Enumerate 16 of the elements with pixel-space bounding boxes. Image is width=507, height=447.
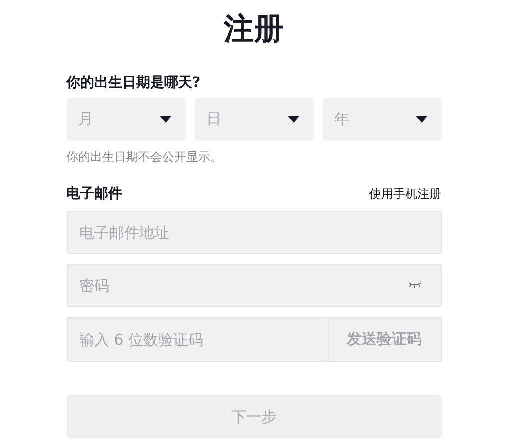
phone-signup-link[interactable]: 使用手机注册 (370, 186, 442, 202)
date-select[interactable]: 日 (194, 98, 314, 141)
date-select[interactable]: 年 (322, 98, 442, 141)
caret-icon (288, 116, 300, 123)
birthday-label: 你的出生日期是哪天? (66, 74, 202, 92)
caret-icon (160, 116, 172, 123)
email-field[interactable]: 电子邮件地址 (66, 211, 442, 254)
page-title: 注册 (223, 11, 285, 49)
password-field[interactable]: 密码 (66, 264, 442, 307)
caret-icon (416, 116, 428, 123)
hidden-eye-icon[interactable] (408, 282, 422, 288)
birthday-hint: 你的出生日期不会公开显示。 (66, 149, 224, 165)
email-label: 电子邮件 (66, 185, 122, 203)
send-code-button[interactable]: 发送验证码 (328, 317, 442, 362)
code-field[interactable]: 输入 6 位数验证码 (66, 317, 328, 362)
date-select[interactable]: 月 (66, 98, 186, 141)
